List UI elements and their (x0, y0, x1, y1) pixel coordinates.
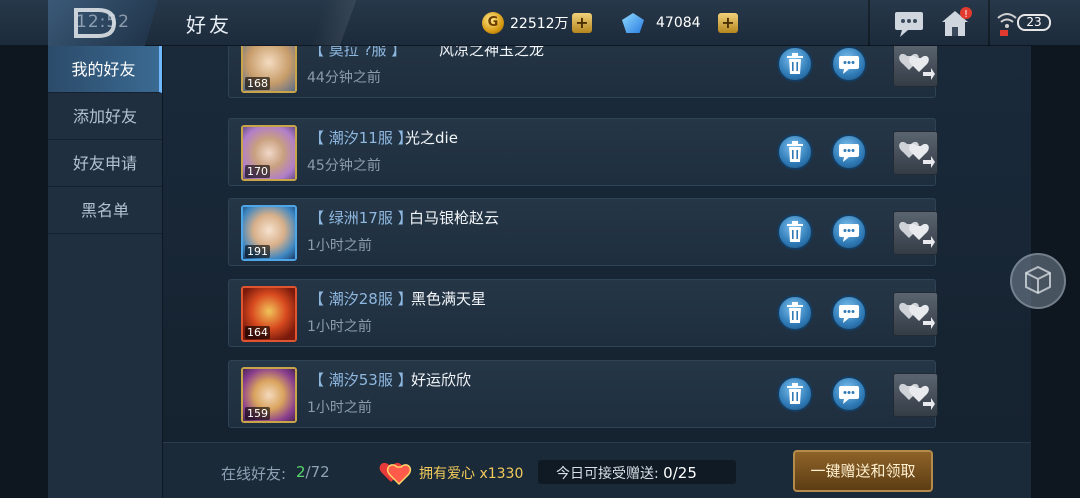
friend-name: 好运欣欣 (411, 371, 472, 389)
message-friend-button[interactable] (831, 46, 867, 82)
friend-avatar[interactable]: 170 (241, 125, 297, 181)
friend-level: 159 (245, 407, 270, 420)
cube-icon (1025, 265, 1051, 295)
delete-friend-button[interactable] (777, 295, 813, 331)
gold-display: G 22512万 + (482, 12, 592, 34)
daily-receive-box: 今日可接受赠送: 0/25 (538, 460, 736, 484)
sidebar-item-friend-requests[interactable]: 好友申请 (48, 140, 162, 187)
friend-server: 【 潮汐11服 】 (309, 129, 413, 147)
message-friend-button[interactable] (831, 295, 867, 331)
one-click-send-receive-button[interactable]: 一键赠送和领取 (793, 450, 933, 492)
friend-name: 光之die (405, 129, 458, 147)
friend-name: 黑色满天星 (411, 290, 487, 308)
message-friend-button[interactable] (831, 376, 867, 412)
delete-friend-button[interactable] (777, 46, 813, 82)
online-friends-label: 在线好友: (221, 465, 287, 483)
daily-receive-label: 今日可接受赠送: (556, 466, 659, 482)
chat-bubble-icon (839, 56, 859, 74)
trash-icon (787, 221, 803, 242)
heart-send-icon (898, 221, 935, 248)
friend-level: 170 (245, 165, 270, 178)
friend-last-online: 1小时之前 (307, 238, 372, 254)
sidebar-item-blacklist[interactable]: 黑名单 (48, 187, 162, 234)
gem-display: 47084 + (622, 12, 738, 34)
gold-amount: 22512万 (510, 16, 569, 32)
friend-name: 风凉之神玉之龙 (439, 46, 545, 59)
heart-send-icon (898, 302, 935, 329)
divider (988, 0, 990, 46)
friend-level: 191 (245, 245, 270, 258)
gift-heart-button[interactable] (893, 292, 938, 336)
delete-friend-button[interactable] (777, 214, 813, 250)
message-friend-button[interactable] (831, 134, 867, 170)
gem-amount: 47084 (656, 15, 701, 31)
friend-level: 168 (245, 77, 270, 90)
trash-icon (787, 302, 803, 323)
online-current: 2 (296, 463, 306, 481)
chat-bubble-icon (839, 305, 859, 323)
love-count: 拥有爱心 x1330 (419, 466, 524, 482)
friend-row: 191 【 绿洲17服 】 白马银枪赵云 1小时之前 (228, 198, 938, 266)
friend-server: 【 绿洲17服 】 (309, 209, 413, 227)
notification-badge: ! (964, 9, 968, 20)
friend-last-online: 1小时之前 (307, 319, 372, 335)
gift-heart-button[interactable] (893, 373, 938, 417)
gift-heart-button[interactable] (893, 131, 938, 175)
friend-avatar[interactable]: 164 (241, 286, 297, 342)
chat-bubble-icon (839, 144, 859, 162)
add-gold-button[interactable]: + (572, 13, 592, 33)
online-total: /72 (305, 463, 330, 481)
page-title: 好友 (186, 13, 232, 37)
left-margin (0, 0, 48, 498)
trash-icon (787, 53, 803, 74)
gift-heart-button[interactable] (893, 46, 938, 87)
heart-send-icon (898, 383, 935, 410)
friend-level: 164 (245, 326, 270, 339)
chat-bubble-icon (839, 224, 859, 242)
friend-row: 170 【 潮汐11服 】 光之die 45分钟之前 (228, 118, 938, 186)
friend-avatar[interactable]: 159 (241, 367, 297, 423)
battery-indicator: 23 (1017, 14, 1051, 31)
friend-row: 168 【 莫拉 ?服 】 风凉之神玉之龙 44分钟之前 (228, 46, 938, 98)
friend-avatar[interactable]: 168 (241, 46, 297, 93)
friend-server: 【 莫拉 ?服 】 (309, 46, 407, 59)
sidebar-item-add-friend[interactable]: 添加好友 (48, 93, 162, 140)
friend-server: 【 潮汐53服 】 (309, 371, 413, 389)
chat-bubble-icon (839, 386, 859, 404)
love-heart-icon (379, 462, 412, 486)
chat-icon[interactable] (892, 7, 926, 39)
top-bar: 12:52 好友 G 22512万 + 47084 + ! 23 (0, 0, 1080, 46)
online-friends-count: 2/72 (296, 463, 330, 481)
friend-row: 164 【 潮汐28服 】 黑色满天星 1小时之前 (228, 279, 938, 347)
message-friend-button[interactable] (831, 214, 867, 250)
divider (868, 0, 870, 46)
friend-name: 白马银枪赵云 (409, 209, 500, 227)
friend-avatar[interactable]: 191 (241, 205, 297, 261)
gift-heart-button[interactable] (893, 211, 938, 255)
friend-row: 159 【 潮汐53服 】 好运欣欣 1小时之前 (228, 360, 938, 428)
trash-icon (787, 141, 803, 162)
clock-text: 12:52 (76, 12, 130, 32)
friend-last-online: 1小时之前 (307, 400, 372, 416)
wifi-icon (997, 13, 1017, 36)
heart-send-icon (898, 141, 935, 168)
delete-friend-button[interactable] (777, 376, 813, 412)
add-gem-button[interactable]: + (718, 13, 738, 33)
friend-last-online: 45分钟之前 (307, 158, 381, 174)
friend-last-online: 44分钟之前 (307, 70, 381, 86)
sidebar-item-my-friends[interactable]: 我的好友 (48, 46, 162, 93)
friend-list[interactable]: 168 【 莫拉 ?服 】 风凉之神玉之龙 44分钟之前 170 【 潮汐11服… (163, 46, 1031, 442)
friend-server: 【 潮汐28服 】 (309, 290, 413, 308)
bottom-bar: 在线好友: 2/72 拥有爱心 x1330 今日可接受赠送: 0/25 一键赠送… (163, 442, 1031, 498)
home-icon[interactable]: ! (938, 7, 972, 39)
floating-assistive-button[interactable] (1010, 253, 1066, 309)
gold-coin-icon: G (482, 12, 504, 34)
title-divider (309, 0, 357, 46)
diamond-icon (622, 13, 644, 33)
daily-receive-value: 0/25 (663, 464, 697, 482)
heart-send-icon (898, 53, 935, 80)
delete-friend-button[interactable] (777, 134, 813, 170)
trash-icon (787, 383, 803, 404)
sidebar: 我的好友 添加好友 好友申请 黑名单 (48, 46, 163, 498)
